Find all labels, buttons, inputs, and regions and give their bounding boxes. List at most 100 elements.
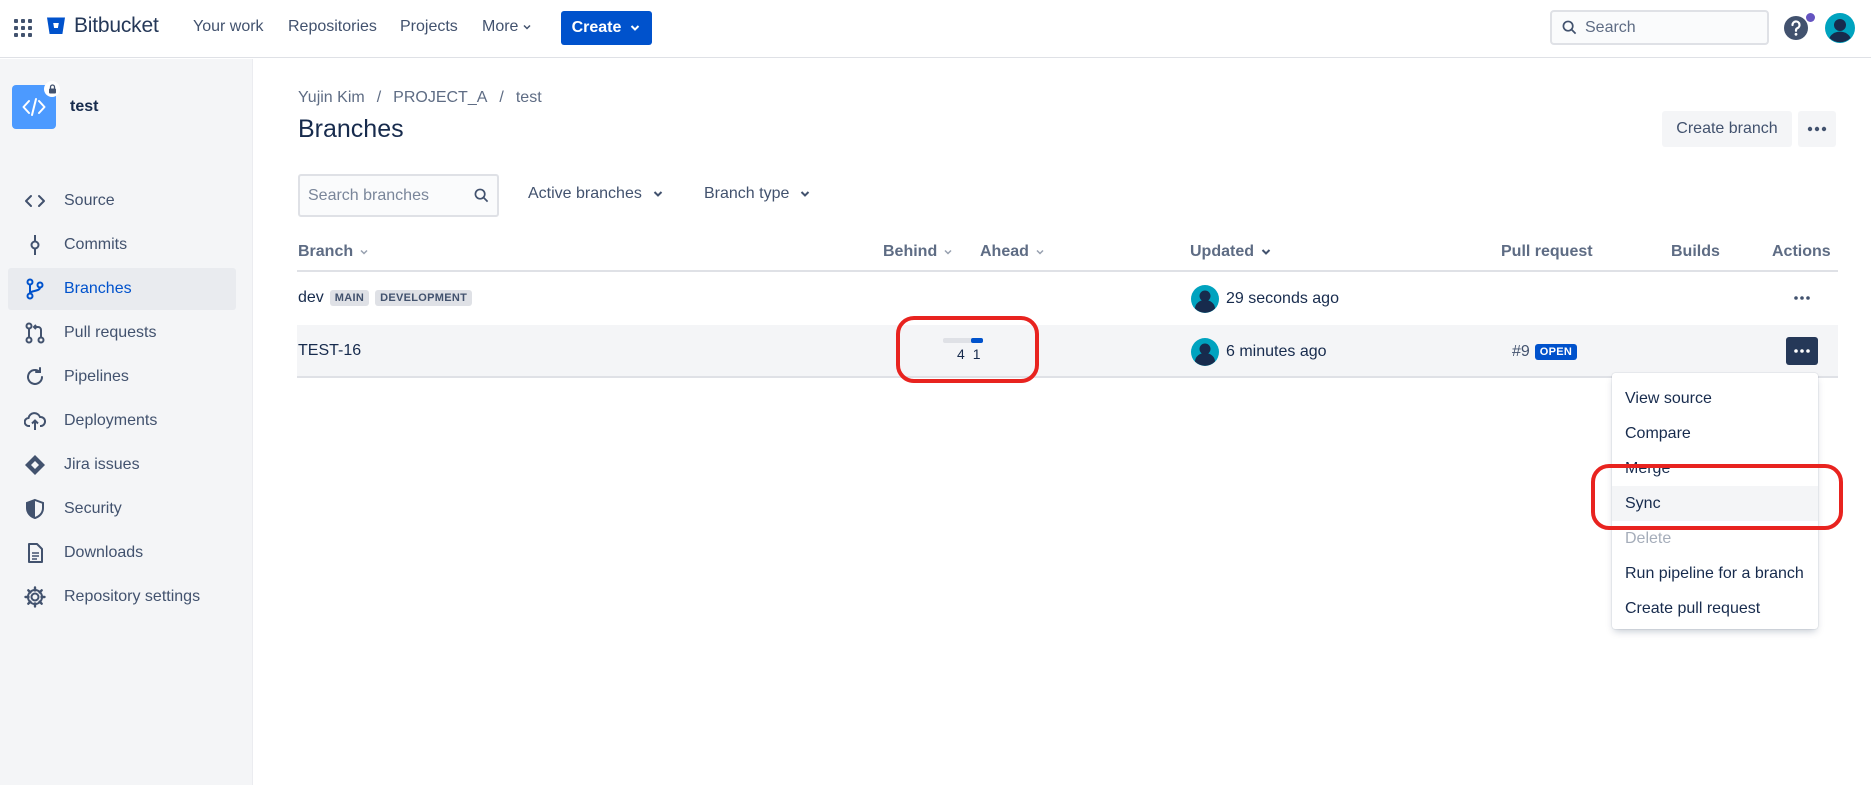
jira-icon [25, 455, 45, 475]
breadcrumb-owner[interactable]: Yujin Kim [298, 89, 365, 107]
menu-item-run-pipeline[interactable]: Run pipeline for a branch [1612, 556, 1818, 591]
behind-ahead-counts: 4 1 [957, 346, 981, 362]
nav-more[interactable]: More [482, 18, 532, 36]
bitbucket-logo-icon [47, 17, 65, 34]
create-branch-button[interactable]: Create branch [1662, 111, 1792, 147]
commit-icon [30, 235, 40, 255]
chevron-down-icon [360, 249, 368, 255]
branch-name: dev [298, 289, 324, 306]
sidebar-item-commits[interactable]: Commits [8, 224, 236, 266]
branch-icon [26, 278, 44, 300]
more-horizontal-icon [1794, 296, 1810, 300]
breadcrumb: Yujin Kim / PROJECT_A / test [298, 89, 542, 107]
branch-type-dropdown[interactable]: Branch type [704, 185, 811, 203]
notification-dot [1806, 13, 1815, 22]
table-row: TEST-16 4 1 6 minutes ago #9 OPEN [297, 325, 1838, 378]
repo-header[interactable]: test [12, 81, 98, 129]
branch-name-link[interactable]: dev MAIN DEVELOPMENT [298, 289, 473, 307]
nav-more-label: More [482, 18, 519, 35]
chevron-down-icon [653, 191, 663, 197]
menu-item-create-pull-request[interactable]: Create pull request [1612, 591, 1818, 626]
column-header-ahead[interactable]: Ahead [980, 243, 1045, 261]
breadcrumb-separator: / [499, 89, 504, 106]
sidebar-item-label: Jira issues [64, 456, 140, 473]
chevron-down-icon [944, 249, 952, 255]
sidebar-item-label: Branches [64, 280, 132, 297]
sidebar-item-pipelines[interactable]: Pipelines [8, 356, 236, 398]
page-title: Branches [298, 115, 404, 143]
code-icon [22, 98, 46, 116]
sidebar-item-security[interactable]: Security [8, 488, 236, 530]
chevron-down-icon [523, 24, 531, 30]
gear-icon [24, 586, 46, 608]
active-branches-dropdown[interactable]: Active branches [528, 185, 664, 203]
create-button[interactable]: Create [561, 11, 652, 45]
page-more-actions-button[interactable] [1798, 111, 1836, 147]
sidebar-item-downloads[interactable]: Downloads [8, 532, 236, 574]
nav-your-work[interactable]: Your work [193, 18, 264, 36]
app-switcher-icon[interactable] [13, 18, 33, 38]
breadcrumb-separator: / [376, 89, 382, 106]
breadcrumb-project[interactable]: PROJECT_A [393, 89, 487, 107]
nav-projects[interactable]: Projects [400, 18, 458, 36]
breadcrumb-repo[interactable]: test [516, 89, 542, 107]
chevron-down-icon [1036, 249, 1044, 255]
pr-status-badge: OPEN [1534, 344, 1578, 360]
branch-label-main: MAIN [329, 290, 370, 306]
code-icon [25, 195, 45, 207]
column-header-label: Behind [883, 243, 938, 260]
sidebar-item-label: Pipelines [64, 368, 129, 385]
row-actions-button[interactable] [1786, 284, 1818, 312]
row-actions-button[interactable] [1786, 337, 1818, 365]
brand-name: Bitbucket [74, 14, 159, 37]
column-header-label: Actions [1772, 243, 1831, 260]
branch-type-label: Branch type [704, 185, 790, 202]
chevron-down-icon [801, 191, 810, 197]
column-header-label: Branch [298, 243, 354, 260]
sidebar-item-label: Downloads [64, 544, 144, 561]
branch-label-development: DEVELOPMENT [375, 290, 473, 306]
sidebar-item-label: Commits [64, 236, 128, 253]
active-branches-label: Active branches [528, 185, 642, 202]
search-icon [474, 188, 489, 203]
sidebar-item-source[interactable]: Source [8, 180, 236, 222]
sidebar-item-branches[interactable]: Branches [8, 268, 236, 310]
sidebar-item-repository-settings[interactable]: Repository settings [8, 576, 236, 618]
sidebar-item-deployments[interactable]: Deployments [8, 400, 236, 442]
column-header-branch[interactable]: Branch [298, 243, 369, 261]
create-button-label: Create [571, 19, 622, 36]
branch-actions-menu: View source Compare Merge Sync Delete Ru… [1612, 373, 1818, 629]
column-header-label: Ahead [980, 243, 1029, 260]
menu-item-merge[interactable]: Merge [1612, 451, 1818, 486]
shield-icon [26, 498, 44, 520]
user-avatar-icon[interactable] [1825, 13, 1855, 43]
branch-name: TEST-16 [298, 342, 362, 359]
bitbucket-logo[interactable]: Bitbucket [46, 14, 159, 38]
global-search[interactable] [1550, 10, 1769, 45]
menu-item-compare[interactable]: Compare [1612, 416, 1818, 451]
top-navigation: Bitbucket Your work Repositories Project… [0, 0, 1871, 58]
global-search-input[interactable] [1585, 18, 1755, 37]
pull-request-link[interactable]: #9 OPEN [1512, 343, 1578, 361]
search-icon [1562, 20, 1577, 35]
branch-search-input[interactable] [308, 186, 468, 205]
column-header-label: Builds [1671, 243, 1720, 260]
column-header-behind[interactable]: Behind [883, 243, 953, 261]
sidebar-item-label: Source [64, 192, 115, 209]
file-icon [28, 543, 43, 563]
deployments-icon [24, 412, 46, 430]
nav-repositories[interactable]: Repositories [288, 18, 377, 36]
pr-number: #9 [1512, 343, 1530, 360]
more-horizontal-icon [1794, 349, 1810, 353]
menu-item-view-source[interactable]: View source [1612, 381, 1818, 416]
sidebar-item-jira-issues[interactable]: Jira issues [8, 444, 236, 486]
chevron-down-icon [1261, 249, 1271, 255]
sidebar-item-pull-requests[interactable]: Pull requests [8, 312, 236, 354]
ahead-bar-fill [971, 338, 983, 343]
sidebar-item-label: Security [64, 500, 122, 517]
branch-search[interactable] [298, 174, 499, 217]
column-header-updated[interactable]: Updated [1190, 243, 1272, 261]
updated-time: 6 minutes ago [1226, 343, 1327, 360]
branch-name-link[interactable]: TEST-16 [298, 342, 361, 360]
menu-item-sync[interactable]: Sync [1612, 486, 1818, 521]
